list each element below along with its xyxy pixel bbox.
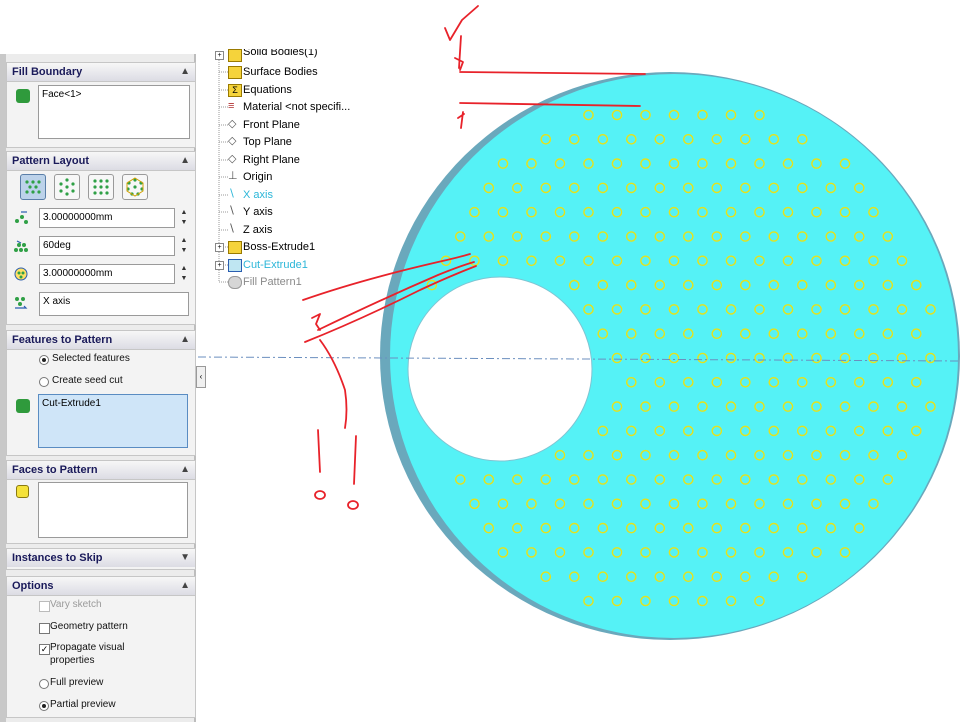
tree-equations[interactable]: Equations <box>243 84 292 96</box>
tree-boss-extrude[interactable]: Boss-Extrude1 <box>243 241 315 253</box>
tree-x-axis[interactable]: X axis <box>243 189 273 201</box>
material-icon: ≡ <box>228 100 235 112</box>
solid-bodies-expander[interactable]: + <box>215 51 224 60</box>
fill-pattern-icon <box>228 276 242 289</box>
x-axis-icon: ∖ <box>228 188 236 200</box>
tree-fill-pattern[interactable]: Fill Pattern1 <box>243 276 302 288</box>
cut-extrude-expander[interactable]: + <box>215 261 224 270</box>
tree-y-axis[interactable]: Y axis <box>243 206 273 218</box>
tree-top-plane[interactable]: Top Plane <box>243 136 292 148</box>
z-axis-icon: ∖ <box>228 223 236 235</box>
surface-bodies-icon <box>228 66 242 79</box>
tree-front-plane[interactable]: Front Plane <box>243 119 300 131</box>
equations-icon: Σ <box>228 84 242 97</box>
top-plane-icon: ◇ <box>228 135 237 147</box>
origin-icon: ⊥ <box>228 170 238 182</box>
tree-lines <box>218 56 228 283</box>
front-plane-icon: ◇ <box>228 118 237 130</box>
tree-cut-extrude[interactable]: Cut-Extrude1 <box>243 259 308 271</box>
solid-bodies-icon <box>228 49 242 62</box>
tree-material[interactable]: Material <not specifi... <box>243 101 350 113</box>
boss-extrude-icon <box>228 241 242 254</box>
right-plane-icon: ◇ <box>228 153 237 165</box>
y-axis-icon: ∖ <box>228 205 236 217</box>
tree-origin[interactable]: Origin <box>243 171 272 183</box>
cut-extrude-icon <box>228 259 242 272</box>
tree-z-axis[interactable]: Z axis <box>243 224 272 236</box>
tree-surface-bodies[interactable]: Surface Bodies <box>243 66 318 78</box>
boss-extrude-expander[interactable]: + <box>215 243 224 252</box>
tree-right-plane[interactable]: Right Plane <box>243 154 300 166</box>
